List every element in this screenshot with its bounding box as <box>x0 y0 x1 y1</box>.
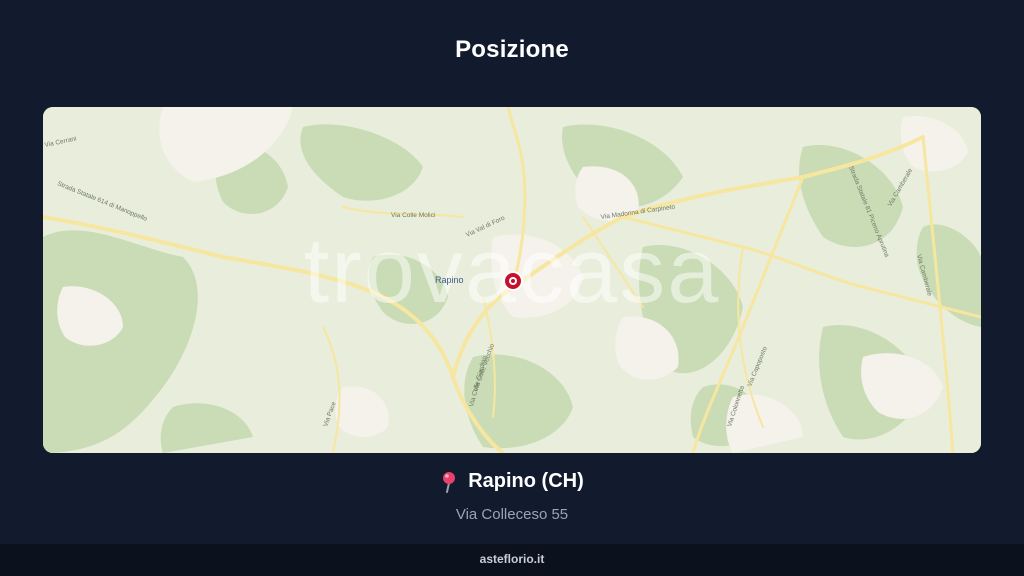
location-marker-icon[interactable] <box>503 271 523 291</box>
location-info: Rapino (CH) Via Colleceso 55 <box>0 470 1024 523</box>
location-heading: Rapino (CH) <box>440 470 584 493</box>
map-canvas: trovacasa Rapino Via Cerrani Strada Stat… <box>43 107 981 453</box>
map[interactable]: trovacasa Rapino Via Cerrani Strada Stat… <box>43 107 981 453</box>
road-label: Via Colle Molici <box>391 212 435 219</box>
location-title: Rapino (CH) <box>468 470 584 492</box>
map-place-label: Rapino <box>435 275 464 285</box>
footer-brand[interactable]: asteflorio.it <box>480 552 545 566</box>
round-pushpin-icon <box>443 471 456 493</box>
page-title: Posizione <box>455 36 569 63</box>
location-address: Via Colleceso 55 <box>455 505 569 523</box>
map-watermark: trovacasa <box>304 220 721 322</box>
footer: asteflorio.it <box>0 544 1024 576</box>
